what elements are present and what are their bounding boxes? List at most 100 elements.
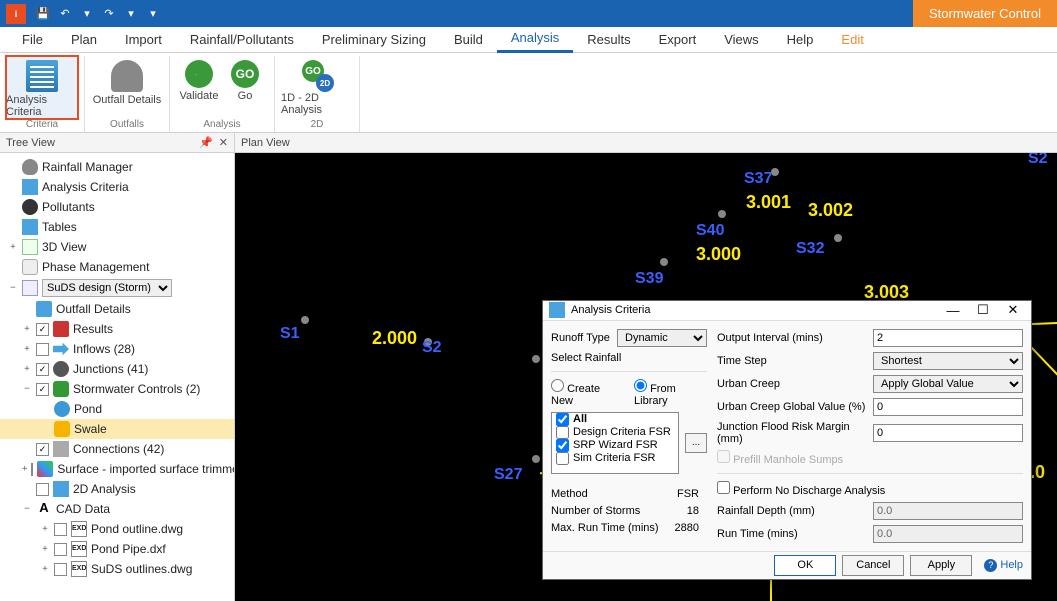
list-checkbox[interactable]: [556, 413, 569, 426]
tree-item[interactable]: +Surface - imported surface trimmed: [0, 459, 234, 479]
list-item[interactable]: All: [552, 413, 678, 426]
no-discharge-checkbox[interactable]: Perform No Discharge Analysis: [717, 481, 885, 497]
tree-item[interactable]: +EXDPond Pipe.dxf: [0, 539, 234, 559]
menu-file[interactable]: File: [8, 27, 57, 53]
expander-icon[interactable]: −: [22, 384, 32, 394]
checkbox[interactable]: [36, 323, 49, 336]
checkbox[interactable]: [36, 363, 49, 376]
help-link[interactable]: Help: [984, 559, 1023, 572]
expander-icon[interactable]: +: [40, 524, 50, 534]
tree-item[interactable]: Pollutants: [0, 197, 234, 217]
apply-button[interactable]: Apply: [910, 555, 972, 576]
tree-item[interactable]: −ACAD Data: [0, 499, 234, 519]
ok-button[interactable]: OK: [774, 555, 836, 576]
app-icon[interactable]: i: [6, 4, 26, 24]
browse-button[interactable]: ...: [685, 433, 707, 453]
menu-help[interactable]: Help: [773, 27, 828, 53]
list-checkbox[interactable]: [556, 452, 569, 465]
menu-build[interactable]: Build: [440, 27, 497, 53]
tree-item[interactable]: Pond: [0, 399, 234, 419]
checkbox[interactable]: [36, 343, 49, 356]
dialog-titlebar[interactable]: Analysis Criteria — ☐ ✕: [543, 301, 1031, 321]
runoff-type-select[interactable]: Dynamic: [617, 329, 707, 347]
tree-item[interactable]: +Inflows (28): [0, 339, 234, 359]
tree-item[interactable]: Swale: [0, 419, 234, 439]
minimize-icon[interactable]: —: [941, 303, 965, 318]
qat-undo-icon[interactable]: ↶: [57, 6, 73, 22]
menu-results[interactable]: Results: [573, 27, 644, 53]
checkbox[interactable]: [36, 483, 49, 496]
tree-item[interactable]: +Results: [0, 319, 234, 339]
tree-item[interactable]: Outfall Details: [0, 299, 234, 319]
tree-view[interactable]: Rainfall ManagerAnalysis CriteriaPolluta…: [0, 153, 234, 601]
validate-button[interactable]: ✓ Validate: [176, 56, 222, 119]
checkbox[interactable]: [54, 523, 67, 536]
1d-2d-analysis-button[interactable]: GO2D 1D - 2D Analysis: [281, 56, 353, 119]
checkbox[interactable]: [36, 443, 49, 456]
tree-item[interactable]: Connections (42): [0, 439, 234, 459]
tree-item[interactable]: Analysis Criteria: [0, 177, 234, 197]
go-button[interactable]: GO Go: [222, 56, 268, 119]
tree-item[interactable]: −SuDS design (Storm): [0, 277, 234, 299]
tree-item[interactable]: +Junctions (41): [0, 359, 234, 379]
qat-undo-dd-icon[interactable]: ▾: [79, 6, 95, 22]
urban-creep-select[interactable]: Apply Global Value: [873, 375, 1023, 393]
close-dialog-icon[interactable]: ✕: [1001, 302, 1025, 318]
tree-item[interactable]: +EXDSuDS outlines.dwg: [0, 559, 234, 579]
outfall-details-button[interactable]: Outfall Details: [91, 56, 163, 119]
checkbox[interactable]: [36, 383, 49, 396]
qat-save-icon[interactable]: 💾: [35, 6, 51, 22]
menu-rainfallpollutants[interactable]: Rainfall/Pollutants: [176, 27, 308, 53]
expander-icon[interactable]: −: [22, 504, 32, 514]
analysis-criteria-button[interactable]: Analysis Criteria: [6, 56, 78, 119]
output-interval-input[interactable]: [873, 329, 1023, 347]
network-node[interactable]: [834, 234, 842, 242]
menu-import[interactable]: Import: [111, 27, 176, 53]
close-icon[interactable]: ✕: [219, 136, 228, 149]
qat-redo-icon[interactable]: ↷: [101, 6, 117, 22]
network-node[interactable]: [532, 455, 540, 463]
checkbox[interactable]: [54, 543, 67, 556]
menu-plan[interactable]: Plan: [57, 27, 111, 53]
checkbox[interactable]: [31, 463, 33, 476]
tree-item[interactable]: +3D View: [0, 237, 234, 257]
expander-icon[interactable]: +: [40, 564, 50, 574]
expander-icon[interactable]: +: [22, 324, 32, 334]
network-node[interactable]: [718, 210, 726, 218]
network-node[interactable]: [301, 316, 309, 324]
time-step-select[interactable]: Shortest: [873, 352, 1023, 370]
menu-export[interactable]: Export: [645, 27, 711, 53]
expander-icon[interactable]: +: [22, 364, 32, 374]
expander-icon[interactable]: +: [40, 544, 50, 554]
tree-item[interactable]: Rainfall Manager: [0, 157, 234, 177]
list-item[interactable]: SRP Wizard FSR: [552, 439, 678, 452]
qat-customize-icon[interactable]: ▾: [145, 6, 161, 22]
junction-flood-margin-input[interactable]: [873, 424, 1023, 442]
list-item[interactable]: Design Criteria FSR: [552, 426, 678, 439]
prefill-manhole-checkbox[interactable]: Prefill Manhole Sumps: [717, 450, 843, 466]
phase-select[interactable]: SuDS design (Storm): [42, 279, 172, 297]
network-node[interactable]: [532, 355, 540, 363]
list-checkbox[interactable]: [556, 439, 569, 452]
maximize-icon[interactable]: ☐: [971, 302, 995, 318]
tree-item[interactable]: 2D Analysis: [0, 479, 234, 499]
menu-analysis[interactable]: Analysis: [497, 27, 573, 53]
menu-views[interactable]: Views: [710, 27, 772, 53]
checkbox[interactable]: [54, 563, 67, 576]
list-checkbox[interactable]: [556, 426, 569, 439]
pin-icon[interactable]: 📌: [199, 136, 213, 149]
network-node[interactable]: [660, 258, 668, 266]
rainfall-library-list[interactable]: AllDesign Criteria FSRSRP Wizard FSRSim …: [551, 412, 679, 474]
qat-redo-dd-icon[interactable]: ▾: [123, 6, 139, 22]
from-library-radio[interactable]: From Library: [634, 379, 707, 407]
menu-edit[interactable]: Edit: [827, 27, 877, 53]
tree-item[interactable]: Tables: [0, 217, 234, 237]
create-new-radio[interactable]: Create New: [551, 379, 620, 407]
tree-item[interactable]: +EXDPond outline.dwg: [0, 519, 234, 539]
tree-item[interactable]: Phase Management: [0, 257, 234, 277]
expander-icon[interactable]: +: [8, 242, 18, 252]
list-item[interactable]: Sim Criteria FSR: [552, 452, 678, 465]
tree-item[interactable]: −Stormwater Controls (2): [0, 379, 234, 399]
urban-creep-global-input[interactable]: [873, 398, 1023, 416]
cancel-button[interactable]: Cancel: [842, 555, 904, 576]
